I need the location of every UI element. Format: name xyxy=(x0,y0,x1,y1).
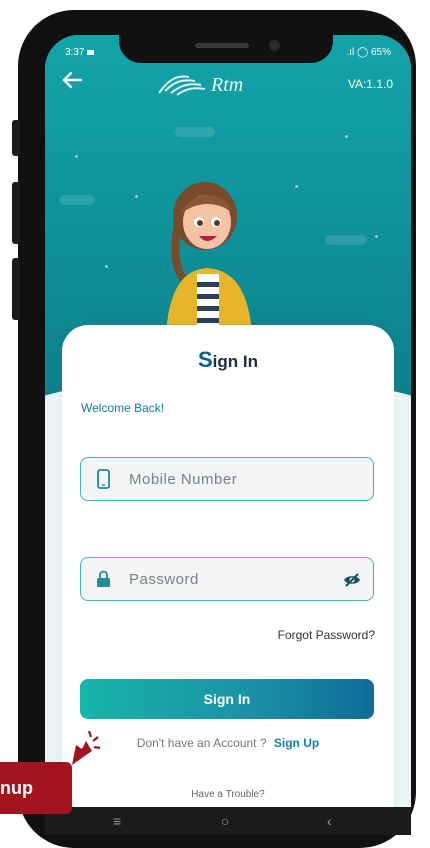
title-rest: ign In xyxy=(212,352,258,371)
star-decoration xyxy=(75,155,78,158)
recent-apps-icon[interactable]: ≡ xyxy=(113,813,121,829)
star-decoration xyxy=(295,185,298,188)
volume-button xyxy=(12,120,20,156)
welcome-text: Welcome Back! xyxy=(81,401,165,415)
title-initial: S xyxy=(197,347,213,372)
star-decoration xyxy=(105,265,108,268)
password-field[interactable]: Password xyxy=(80,557,374,601)
app-logo: Rtm xyxy=(155,69,275,99)
status-time: 3:37 xyxy=(65,47,95,58)
mobile-placeholder: Mobile Number xyxy=(129,471,238,488)
star-decoration xyxy=(135,195,138,198)
mobile-number-field[interactable]: Mobile Number xyxy=(80,457,374,501)
app-screen: 3:37 .ıl ◯ 65% Rtm VA:1.1.0 Sign In Welc… xyxy=(45,35,411,835)
forgot-password-link[interactable]: Forgot Password? xyxy=(278,628,375,642)
status-right: .ıl ◯ 65% xyxy=(346,47,391,58)
battery-saver-icon: ◯ xyxy=(357,47,369,58)
signup-link[interactable]: Sign Up xyxy=(274,736,319,750)
signup-callout-label: nup xyxy=(0,762,72,814)
volume-down-button xyxy=(12,182,20,244)
battery-mini-icon xyxy=(87,49,95,55)
signup-row: Don't have an Account ? Sign Up xyxy=(62,736,394,750)
cloud-decoration xyxy=(59,195,95,205)
signal-icon: .ıl xyxy=(346,47,355,58)
star-decoration xyxy=(375,235,378,238)
speaker xyxy=(195,43,249,48)
star-decoration xyxy=(345,135,348,138)
home-icon[interactable]: ○ xyxy=(221,813,229,829)
have-trouble-link[interactable]: Have a Trouble? xyxy=(62,789,394,800)
signin-button[interactable]: Sign In xyxy=(80,679,374,719)
hide-password-eye-icon[interactable] xyxy=(343,571,361,589)
lock-icon xyxy=(95,569,113,589)
callout-text: nup xyxy=(0,778,33,798)
mobile-phone-icon xyxy=(95,469,113,489)
cloud-decoration xyxy=(325,235,367,245)
back-arrow-icon xyxy=(62,71,83,89)
no-account-text: Don't have an Account ? xyxy=(136,736,267,750)
password-placeholder: Password xyxy=(129,571,199,588)
signin-card: Sign In Welcome Back! Mobile Number Pass… xyxy=(62,325,394,835)
android-nav-bar: ≡ ○ ‹ xyxy=(45,807,411,835)
page-title: Sign In xyxy=(62,347,394,373)
logo-text: Rtm xyxy=(210,74,243,96)
power-button xyxy=(12,258,20,320)
front-camera xyxy=(269,40,280,51)
cloud-decoration xyxy=(175,127,215,137)
nav-back-icon[interactable]: ‹ xyxy=(327,813,332,829)
back-arrow-icon[interactable] xyxy=(61,69,91,99)
battery-percent: 65% xyxy=(370,47,391,58)
camera-notch xyxy=(119,35,333,63)
app-version: VA:1.1.0 xyxy=(347,77,393,91)
time-text: 3:37 xyxy=(65,47,85,58)
